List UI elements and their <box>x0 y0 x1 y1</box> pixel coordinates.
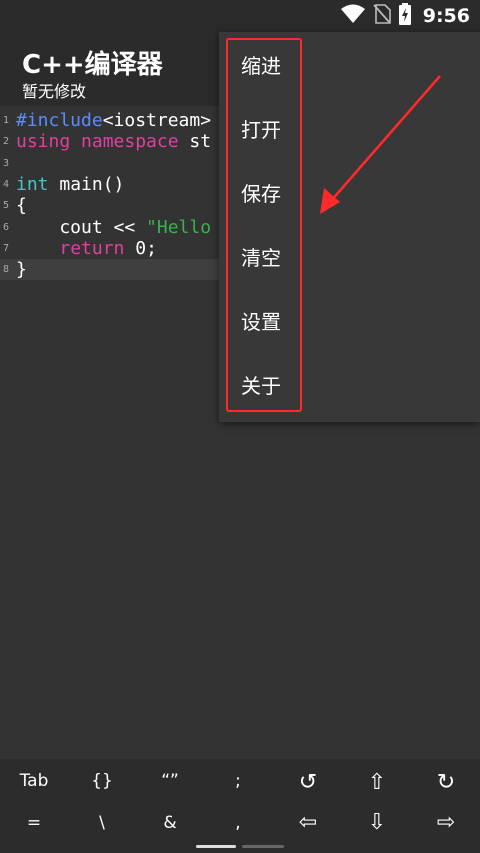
line-number: 8 <box>3 264 10 276</box>
code-text: using namespace st <box>16 131 211 152</box>
code-token: } <box>16 259 27 281</box>
line-number: 1 <box>3 115 10 126</box>
code-text: int main() <box>16 174 124 195</box>
line-number: 6 <box>3 221 10 233</box>
code-token: return <box>59 237 125 259</box>
status-icons: 9:56 <box>340 3 470 29</box>
key-semicolon[interactable]: ; <box>204 761 272 801</box>
key-backslash[interactable]: \ <box>68 803 136 843</box>
code-token: <iostream> <box>102 110 212 131</box>
nav-pill-secondary <box>242 845 284 848</box>
code-token: cout << <box>16 216 147 238</box>
line-number: 3 <box>3 157 10 169</box>
no-sim-icon <box>373 4 391 28</box>
code-token: st <box>178 131 212 153</box>
key-quotes[interactable]: “” <box>136 761 204 801</box>
status-bar: 9:56 <box>0 0 480 32</box>
code-text: } <box>16 259 27 280</box>
arrow-right-icon[interactable]: ⇨ <box>412 803 480 843</box>
code-token: int <box>16 173 49 195</box>
line-number: 5 <box>3 200 10 212</box>
code-token: main() <box>48 173 125 195</box>
code-token: "Hello <box>146 216 212 238</box>
symbol-keyboard: Tab {} “” ; ↺ ⇧ ↻ = \ & , ⇦ ⇩ ⇨ <box>0 759 480 853</box>
wifi-icon <box>340 4 365 28</box>
code-text: { <box>16 195 27 216</box>
arrow-down-icon[interactable]: ⇩ <box>343 803 411 843</box>
code-text: return 0; <box>16 238 157 259</box>
redo-icon[interactable]: ↻ <box>412 763 480 803</box>
code-token: { <box>16 195 27 217</box>
line-number: 7 <box>3 242 10 254</box>
code-text: cout << "Hello <box>16 217 211 238</box>
key-ampersand[interactable]: & <box>136 803 204 843</box>
page-subtitle: 暂无修改 <box>22 82 87 101</box>
key-equals[interactable]: = <box>0 803 68 843</box>
page-title: C++编译器 <box>22 50 163 80</box>
line-number: 2 <box>3 136 10 148</box>
gesture-nav-bar[interactable] <box>196 845 284 848</box>
line-number: 4 <box>3 178 10 190</box>
nav-pill-primary <box>196 845 236 848</box>
battery-charging-icon <box>398 3 411 29</box>
code-token: 0; <box>124 237 157 259</box>
key-comma[interactable]: , <box>204 803 272 843</box>
key-tab[interactable]: Tab <box>0 761 68 801</box>
code-token: using namespace <box>16 131 179 153</box>
arrow-up-icon[interactable]: ⇧ <box>343 763 411 803</box>
arrow-left-icon[interactable]: ⇦ <box>274 803 342 843</box>
undo-icon[interactable]: ↺ <box>274 763 342 803</box>
code-token: #include <box>16 110 103 131</box>
status-time: 9:56 <box>422 5 470 27</box>
key-braces[interactable]: {} <box>68 761 136 801</box>
annotation-highlight-box <box>226 38 302 412</box>
annotation-arrow-icon <box>320 75 441 214</box>
code-text: #include<iostream> <box>16 110 211 131</box>
